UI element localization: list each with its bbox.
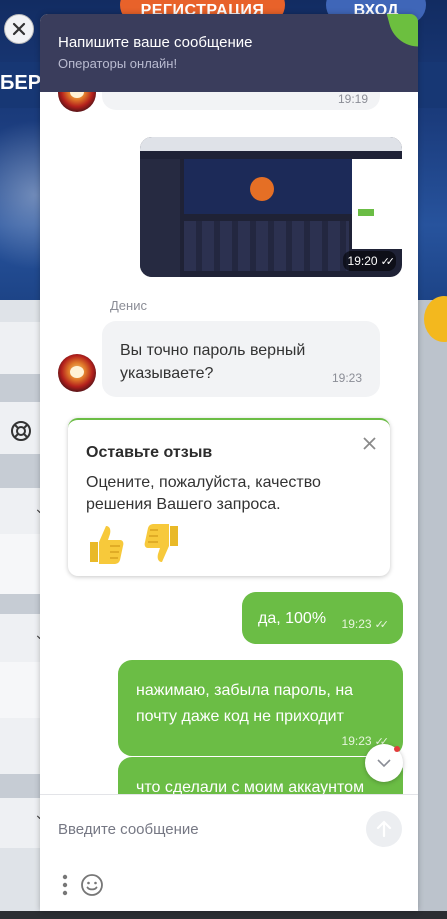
feedback-text: Оцените, пожалуйста, качество решения Ва…: [86, 474, 321, 513]
background-row: [0, 718, 40, 774]
vertical-dots-icon: [62, 874, 68, 896]
close-icon: [12, 22, 26, 36]
attachment-browser-bar: [140, 137, 402, 151]
message-text: Вы точно пароль верный указываете?: [120, 342, 306, 382]
background-row: [0, 534, 40, 594]
composer: Введите сообщение: [40, 794, 418, 911]
chat-header: Напишите ваше сообщение Операторы онлайн…: [40, 14, 418, 92]
close-chat-button[interactable]: [4, 14, 34, 44]
background-divider: [0, 774, 40, 798]
message-input[interactable]: Введите сообщение: [58, 821, 199, 838]
attachment-time-text: 19:20: [347, 254, 378, 268]
read-ticks-icon: ✓✓: [374, 619, 390, 631]
background-divider: [0, 594, 40, 614]
attachment-sidebar: [140, 159, 180, 277]
user-message: что сделали с моим аккаунтом: [118, 757, 403, 794]
background-row: [0, 662, 40, 718]
emoji-button[interactable]: [80, 873, 104, 897]
message-time: 19:23: [331, 371, 362, 385]
lifebuoy-icon: [10, 420, 32, 442]
smiley-icon: [81, 874, 103, 896]
attachment-graphic: [250, 177, 274, 201]
background-row: [0, 322, 40, 374]
arrow-up-icon: [376, 820, 392, 838]
chat-widget: 19:19 19:20 ✓✓ Денис Вы точно пароль верн…: [40, 14, 418, 911]
operator-message: Вы точно пароль верный указываете? 19:23: [102, 321, 380, 397]
more-options-button[interactable]: [60, 873, 70, 897]
message-time: 19:23 ✓✓: [341, 617, 390, 631]
operator-avatar: [58, 354, 96, 392]
close-icon: [363, 437, 376, 450]
thumbs-up-icon: [90, 526, 124, 564]
feedback-title: Оставьте отзыв: [86, 444, 213, 461]
unread-indicator: [394, 746, 400, 752]
message-text: нажимаю, забыла пароль, на почту даже ко…: [136, 682, 354, 725]
image-attachment[interactable]: 19:20 ✓✓: [140, 137, 402, 277]
chat-title: Напишите ваше сообщение: [58, 34, 253, 51]
message-time-text: 19:23: [341, 617, 372, 631]
message-time-text: 19:23: [341, 734, 372, 748]
message-time: 19:19: [337, 92, 368, 106]
background-right-column: [418, 300, 447, 919]
attachment-time: 19:20 ✓✓: [342, 251, 396, 271]
background-footer: [0, 911, 447, 919]
attachment-modal: [352, 159, 402, 249]
message-text: что сделали с моим аккаунтом: [136, 779, 365, 794]
message-list[interactable]: 19:19 19:20 ✓✓ Денис Вы точно пароль верн…: [40, 92, 418, 794]
scroll-down-button[interactable]: [365, 744, 403, 782]
feedback-card: Оставьте отзыв Оцените, пожалуйста, каче…: [68, 418, 390, 576]
chevron-down-icon: [377, 758, 391, 767]
sender-name: Денис: [110, 298, 147, 313]
thumbs-up-button[interactable]: [86, 522, 126, 566]
attachment-modal-button: [358, 209, 374, 216]
thumbs-down-icon: [144, 524, 178, 562]
operator-message: 19:19: [102, 92, 380, 110]
message-text: да, 100%: [258, 610, 327, 627]
send-button[interactable]: [366, 811, 402, 847]
feedback-close-button[interactable]: [363, 434, 376, 455]
attachment-grid: [184, 221, 349, 271]
background-divider: [0, 454, 40, 488]
user-message: да, 100% 19:23 ✓✓: [242, 592, 403, 644]
user-message: нажимаю, забыла пароль, на почту даже ко…: [118, 660, 403, 756]
operator-avatar: [58, 92, 96, 112]
thumbs-down-button[interactable]: [142, 522, 182, 566]
background-divider: [0, 374, 40, 402]
chat-status: Операторы онлайн!: [58, 56, 178, 71]
read-ticks-icon: ✓✓: [380, 256, 396, 268]
